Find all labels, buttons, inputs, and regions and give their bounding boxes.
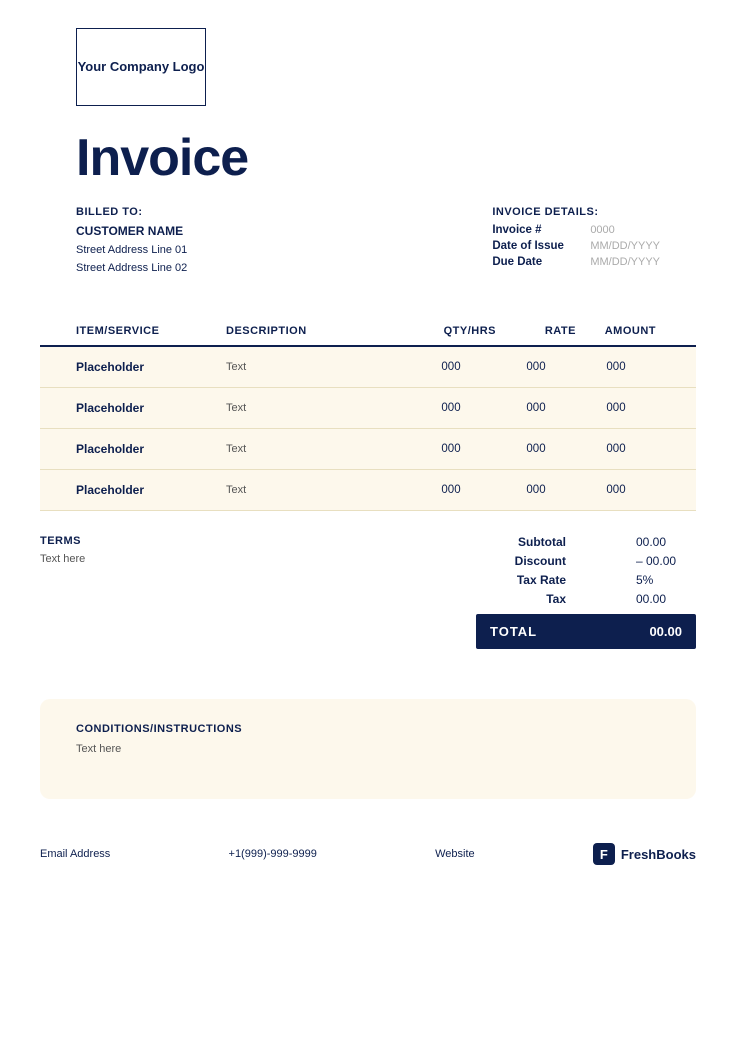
billed-to-label: BILLED TO:: [76, 206, 187, 218]
rate-2: 000: [496, 443, 576, 455]
totals-block: Subtotal 00.00 Discount – 00.00 Tax Rate…: [476, 535, 696, 649]
item-0: Placeholder: [76, 360, 226, 374]
invoice-details-label: INVOICE DETAILS:: [492, 206, 660, 218]
qty-0: 000: [406, 361, 496, 373]
table-body: Placeholder Text 000 000 000 Placeholder…: [40, 347, 696, 511]
tax-key: Tax: [476, 592, 566, 606]
item-2: Placeholder: [76, 442, 226, 456]
subtotal-val: 00.00: [636, 535, 696, 549]
item-1: Placeholder: [76, 401, 226, 415]
invoice-due-row: Due Date MM/DD/YYYY: [492, 256, 660, 268]
desc-1: Text: [226, 402, 406, 414]
col-description: DESCRIPTION: [226, 325, 406, 337]
invoice-details: INVOICE DETAILS: Invoice # 0000 Date of …: [492, 206, 660, 277]
col-rate: RATE: [496, 325, 576, 337]
col-amount: AMOUNT: [576, 325, 656, 337]
conditions-text: Text here: [76, 743, 660, 755]
summary-section: TERMS Text here Subtotal 00.00 Discount …: [40, 535, 696, 649]
rate-0: 000: [496, 361, 576, 373]
tax-row: Tax 00.00: [476, 592, 696, 606]
discount-row: Discount – 00.00: [476, 554, 696, 568]
rate-3: 000: [496, 484, 576, 496]
tax-rate-key: Tax Rate: [476, 573, 566, 587]
table-row: Placeholder Text 000 000 000: [40, 429, 696, 470]
logo-box: Your Company Logo: [76, 28, 206, 106]
address-line-2: Street Address Line 02: [76, 260, 187, 278]
footer-email: Email Address: [40, 848, 110, 860]
subtotal-key: Subtotal: [476, 535, 566, 549]
qty-3: 000: [406, 484, 496, 496]
tax-val: 00.00: [636, 592, 696, 606]
footer-phone: +1(999)-999-9999: [229, 848, 317, 860]
total-val: 00.00: [649, 624, 682, 639]
desc-3: Text: [226, 484, 406, 496]
billed-to: BILLED TO: CUSTOMER NAME Street Address …: [76, 206, 187, 277]
invoice-issue-val: MM/DD/YYYY: [590, 240, 660, 252]
table-row: Placeholder Text 000 000 000: [40, 347, 696, 388]
invoice-number-key: Invoice #: [492, 224, 582, 236]
billing-section: BILLED TO: CUSTOMER NAME Street Address …: [76, 206, 660, 277]
address-line-1: Street Address Line 01: [76, 242, 187, 260]
invoice-number-row: Invoice # 0000: [492, 224, 660, 236]
discount-val: – 00.00: [636, 554, 696, 568]
desc-2: Text: [226, 443, 406, 455]
footer: Email Address +1(999)-999-9999 Website F…: [40, 835, 696, 865]
terms-block: TERMS Text here: [40, 535, 85, 565]
terms-text: Text here: [40, 553, 85, 565]
freshbooks-icon: F: [593, 843, 615, 865]
freshbooks-logo: F FreshBooks: [593, 843, 696, 865]
qty-1: 000: [406, 402, 496, 414]
items-table: ITEM/SERVICE DESCRIPTION QTY/HRS RATE AM…: [40, 317, 696, 511]
invoice-title: Invoice: [76, 128, 736, 188]
terms-label: TERMS: [40, 535, 85, 547]
conditions-section: CONDITIONS/INSTRUCTIONS Text here: [40, 699, 696, 799]
amount-3: 000: [576, 484, 656, 496]
invoice-due-key: Due Date: [492, 256, 582, 268]
footer-website: Website: [435, 848, 475, 860]
item-3: Placeholder: [76, 483, 226, 497]
invoice-page: Your Company Logo Invoice BILLED TO: CUS…: [0, 28, 736, 1062]
amount-2: 000: [576, 443, 656, 455]
freshbooks-name: FreshBooks: [621, 847, 696, 862]
col-qty: QTY/HRS: [406, 325, 496, 337]
qty-2: 000: [406, 443, 496, 455]
logo-text: Your Company Logo: [78, 59, 205, 76]
table-row: Placeholder Text 000 000 000: [40, 388, 696, 429]
tax-rate-row: Tax Rate 5%: [476, 573, 696, 587]
subtotal-row: Subtotal 00.00: [476, 535, 696, 549]
invoice-number-val: 0000: [590, 224, 614, 236]
invoice-issue-row: Date of Issue MM/DD/YYYY: [492, 240, 660, 252]
invoice-due-val: MM/DD/YYYY: [590, 256, 660, 268]
rate-1: 000: [496, 402, 576, 414]
total-final: TOTAL 00.00: [476, 614, 696, 649]
customer-name: CUSTOMER NAME: [76, 224, 187, 238]
tax-rate-val: 5%: [636, 573, 696, 587]
discount-key: Discount: [476, 554, 566, 568]
amount-0: 000: [576, 361, 656, 373]
amount-1: 000: [576, 402, 656, 414]
col-item: ITEM/SERVICE: [76, 325, 226, 337]
table-row: Placeholder Text 000 000 000: [40, 470, 696, 511]
desc-0: Text: [226, 361, 406, 373]
total-key: TOTAL: [490, 624, 537, 639]
freshbooks-icon-letter: F: [600, 847, 608, 862]
conditions-label: CONDITIONS/INSTRUCTIONS: [76, 723, 660, 735]
invoice-issue-key: Date of Issue: [492, 240, 582, 252]
table-header: ITEM/SERVICE DESCRIPTION QTY/HRS RATE AM…: [40, 317, 696, 347]
